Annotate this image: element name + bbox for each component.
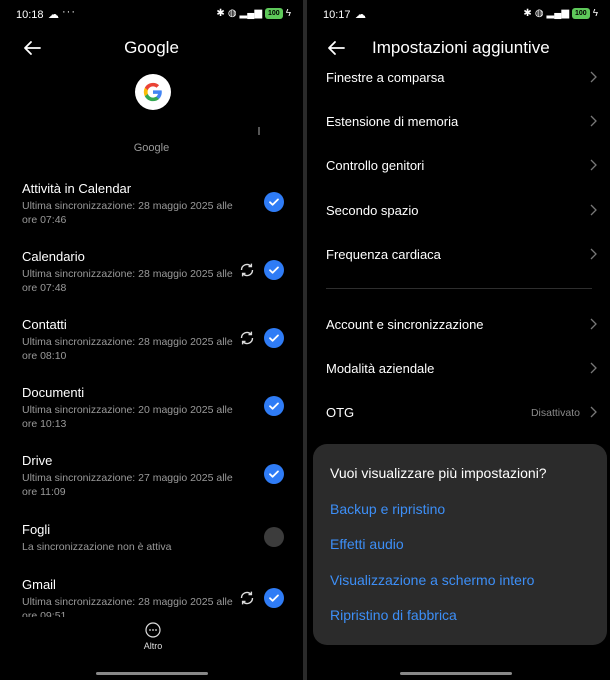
back-arrow-icon[interactable] — [326, 38, 346, 58]
charging-icon: ϟ — [592, 8, 598, 19]
wifi-icon: ◍ — [227, 8, 237, 19]
charging-icon: ϟ — [285, 8, 291, 19]
setting-modalita-aziendale[interactable]: Modalità aziendale — [326, 355, 598, 385]
status-time: 10:17 — [323, 9, 351, 21]
sync-item-status: Ultima sincronizzazione: 28 maggio 2025 … — [22, 336, 233, 362]
chevron-right-icon — [590, 248, 597, 260]
header: Google — [0, 34, 303, 64]
setting-label: OTG — [326, 405, 355, 420]
sync-icon[interactable] — [238, 261, 256, 279]
sync-icon[interactable] — [238, 329, 256, 347]
chevron-right-icon — [590, 204, 597, 216]
setting-label: Account e sincronizzazione — [326, 317, 484, 332]
chevron-right-icon — [590, 318, 597, 330]
status-icons: ✱ ◍ ▂▄▆ 100 ϟ — [523, 8, 598, 19]
sync-item-status: La sincronizzazione non è attiva — [22, 541, 172, 553]
suggestions-dialog: Vuoi visualizzare più impostazioni? Back… — [313, 444, 607, 645]
setting-otg[interactable]: OTG Disattivato — [326, 399, 598, 429]
divider — [326, 288, 592, 289]
status-bar: 10:18 ☁ ··· ✱ ◍ ▂▄▆ 100 ϟ — [0, 0, 303, 30]
setting-label: Secondo spazio — [326, 203, 419, 218]
sync-item-documenti[interactable]: Documenti Ultima sincronizzazione: 20 ma… — [22, 385, 292, 431]
setting-label: Frequenza cardiaca — [326, 247, 441, 262]
sync-item-status: Ultima sincronizzazione: 27 maggio 2025 … — [22, 472, 233, 498]
status-dots: ··· — [62, 6, 76, 18]
battery-icon: 100 — [572, 8, 590, 19]
sync-icon[interactable] — [238, 589, 256, 607]
setting-frequenza-cardiaca[interactable]: Frequenza cardiaca — [326, 241, 598, 271]
sync-item-calendario[interactable]: Calendario Ultima sincronizzazione: 28 m… — [22, 249, 292, 295]
sync-item-status: Ultima sincronizzazione: 20 maggio 2025 … — [22, 404, 233, 430]
status-icons: ✱ ◍ ▂▄▆ 100 ϟ — [216, 8, 291, 19]
more-button[interactable]: Altro — [133, 622, 173, 651]
setting-finestre-a-comparsa[interactable]: Finestre a comparsa — [326, 64, 598, 94]
sync-item-status: Ultima sincronizzazione: 28 maggio 2025 … — [22, 200, 233, 226]
option-ripristino-fabbrica[interactable]: Ripristino di fabbrica — [330, 607, 457, 623]
setting-label: Modalità aziendale — [326, 361, 435, 376]
chevron-right-icon — [590, 406, 597, 418]
setting-value: Disattivato — [530, 407, 580, 419]
status-bar: 10:17 ☁ ✱ ◍ ▂▄▆ 100 ϟ — [307, 0, 610, 30]
bluetooth-icon: ✱ — [523, 8, 532, 19]
sync-item-name: Fogli — [22, 522, 51, 537]
checkbox-checked-icon[interactable] — [264, 328, 284, 348]
setting-label: Controllo genitori — [326, 158, 425, 173]
checkbox-checked-icon[interactable] — [264, 396, 284, 416]
page-title: Impostazioni aggiuntive — [372, 38, 550, 57]
dialog-question: Vuoi visualizzare più impostazioni? — [330, 465, 547, 481]
checkbox-unchecked-icon[interactable] — [264, 527, 284, 547]
checkbox-checked-icon[interactable] — [264, 464, 284, 484]
more-label: Altro — [143, 641, 163, 651]
account-label: Google — [133, 142, 170, 154]
checkbox-checked-icon[interactable] — [264, 588, 284, 608]
home-indicator[interactable] — [96, 672, 208, 675]
sync-item-name: Documenti — [22, 385, 85, 400]
sync-item-fogli[interactable]: Fogli La sincronizzazione non è attiva — [22, 522, 292, 555]
signal-icon: ▂▄▆ — [239, 8, 263, 19]
more-icon — [145, 622, 161, 638]
chevron-right-icon — [590, 362, 597, 374]
setting-estensione-memoria[interactable]: Estensione di memoria — [326, 108, 598, 138]
option-effetti-audio[interactable]: Effetti audio — [330, 536, 404, 552]
sync-item-contatti[interactable]: Contatti Ultima sincronizzazione: 28 mag… — [22, 317, 292, 363]
checkbox-checked-icon[interactable] — [264, 192, 284, 212]
scroll-indicator — [258, 127, 260, 135]
google-logo-icon — [135, 74, 171, 110]
header: Impostazioni aggiuntive — [307, 34, 610, 64]
option-backup-ripristino[interactable]: Backup e ripristino — [330, 501, 445, 517]
signal-icon: ▂▄▆ — [546, 8, 570, 19]
setting-controllo-genitori[interactable]: Controllo genitori — [326, 152, 598, 182]
sync-item-gmail[interactable]: Gmail Ultima sincronizzazione: 28 maggio… — [22, 577, 292, 617]
chevron-right-icon — [590, 159, 597, 171]
status-time: 10:18 — [16, 9, 44, 21]
sync-item-attivita-calendar[interactable]: Attività in Calendar Ultima sincronizzaz… — [22, 181, 292, 227]
setting-account-sincronizzazione[interactable]: Account e sincronizzazione — [326, 311, 598, 341]
option-schermo-intero[interactable]: Visualizzazione a schermo intero — [330, 572, 534, 588]
google-sync-screen: 10:18 ☁ ··· ✱ ◍ ▂▄▆ 100 ϟ Google Google … — [0, 0, 303, 680]
cloud-icon: ☁ — [48, 9, 59, 21]
wifi-icon: ◍ — [534, 8, 544, 19]
battery-icon: 100 — [265, 8, 283, 19]
setting-label: Estensione di memoria — [326, 114, 459, 129]
home-indicator[interactable] — [400, 672, 512, 675]
cloud-icon: ☁ — [355, 9, 366, 21]
chevron-right-icon — [590, 71, 597, 83]
sync-item-status: Ultima sincronizzazione: 28 maggio 2025 … — [22, 268, 233, 294]
bluetooth-icon: ✱ — [216, 8, 225, 19]
page-title: Google — [124, 38, 179, 57]
sync-item-name: Drive — [22, 453, 53, 468]
sync-item-drive[interactable]: Drive Ultima sincronizzazione: 27 maggio… — [22, 453, 292, 499]
setting-secondo-spazio[interactable]: Secondo spazio — [326, 197, 598, 227]
checkbox-checked-icon[interactable] — [264, 260, 284, 280]
sync-item-name: Attività in Calendar — [22, 181, 132, 196]
chevron-right-icon — [590, 115, 597, 127]
setting-label: Finestre a comparsa — [326, 70, 445, 85]
additional-settings-screen: 10:17 ☁ ✱ ◍ ▂▄▆ 100 ϟ Impostazioni aggiu… — [307, 0, 610, 680]
sync-item-status: Ultima sincronizzazione: 28 maggio 2025 … — [22, 596, 233, 617]
